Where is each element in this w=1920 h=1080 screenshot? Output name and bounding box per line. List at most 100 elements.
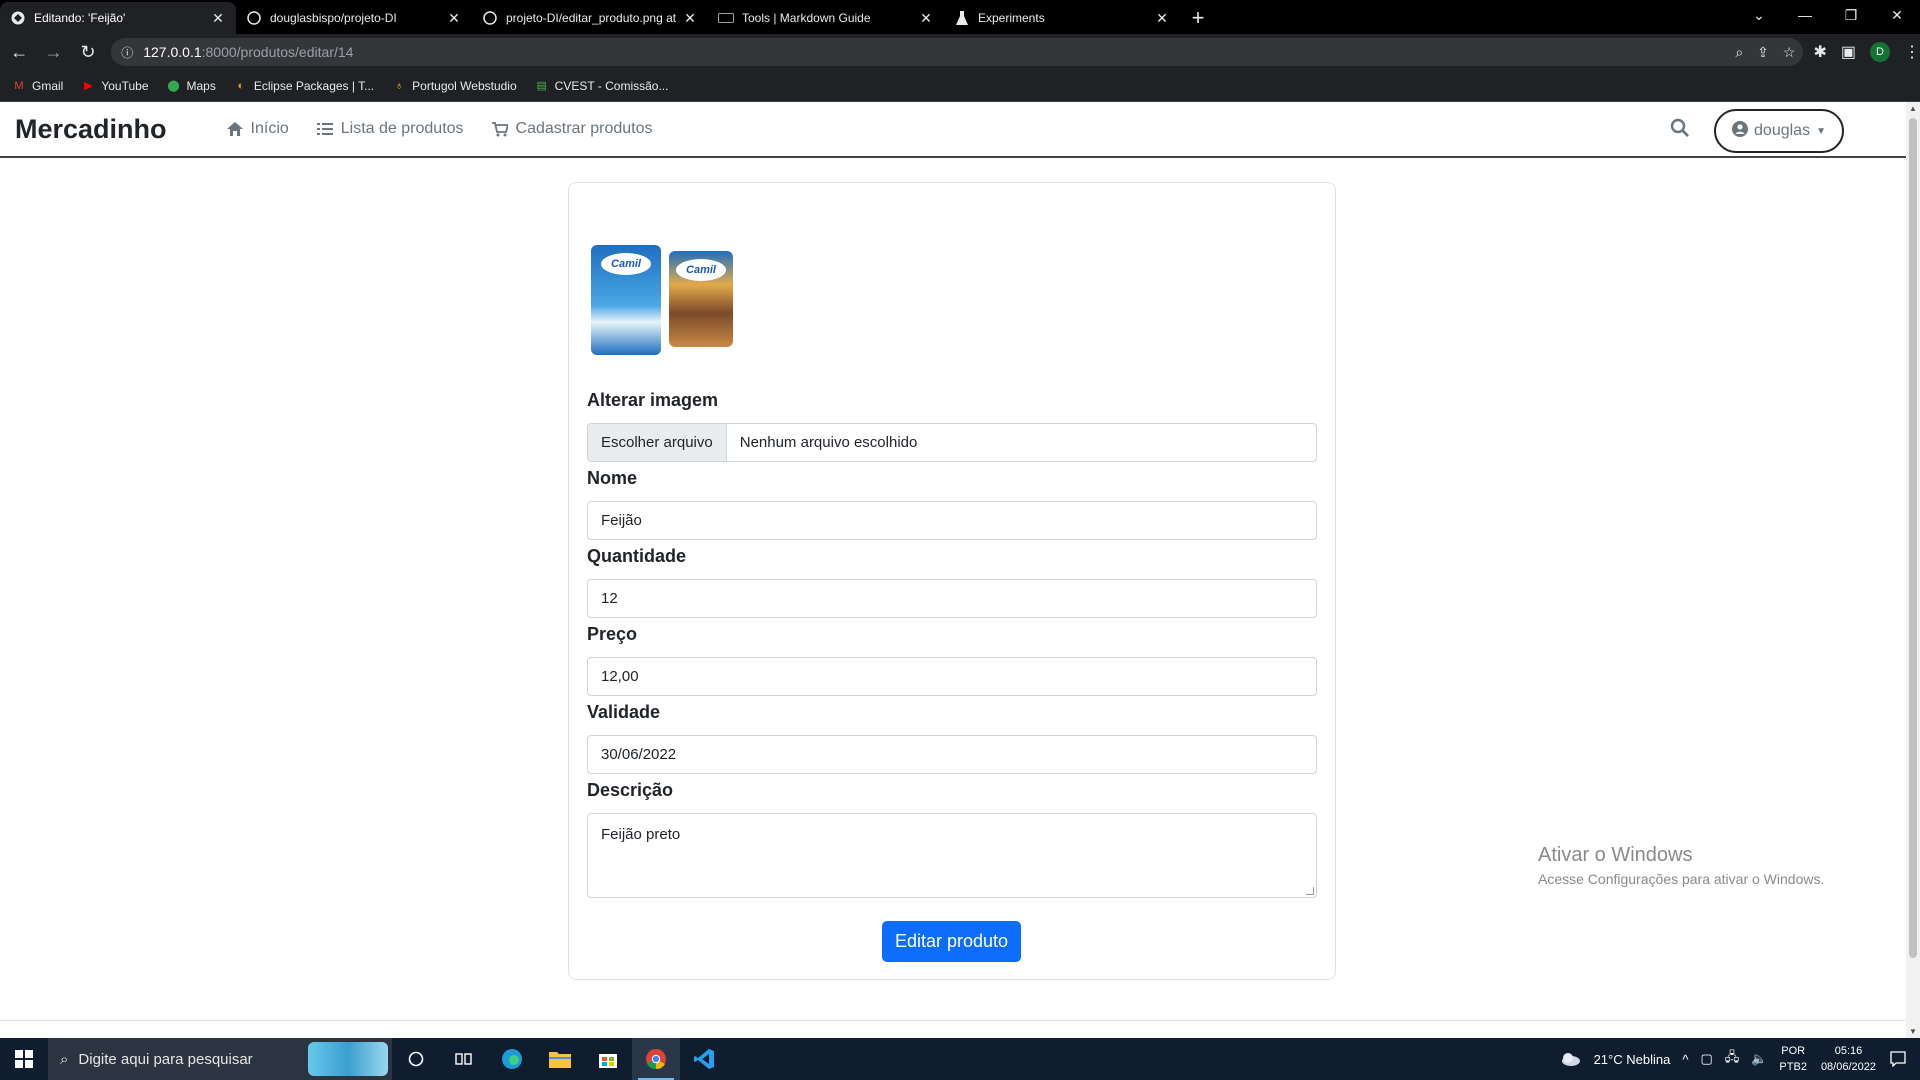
- chrome-icon[interactable]: [632, 1038, 680, 1080]
- bookmark-label: CVEST - Comissão...: [554, 78, 669, 93]
- bookmark-portugol[interactable]: ♁ Portugol Webstudio: [392, 79, 517, 93]
- user-dropdown-button[interactable]: douglas ▼: [1714, 109, 1844, 153]
- close-tab-icon[interactable]: ✕: [918, 10, 934, 27]
- edge-icon[interactable]: [488, 1038, 536, 1080]
- side-panel-icon[interactable]: ▣: [1841, 42, 1856, 62]
- network-icon[interactable]: 🖧: [1725, 1048, 1740, 1070]
- nav-link-lista-produtos[interactable]: Lista de produtos: [316, 120, 464, 138]
- back-icon[interactable]: ←: [4, 36, 34, 68]
- choose-file-button[interactable]: Escolher arquivo: [588, 424, 727, 461]
- page-scrollbar[interactable]: ▲ ▼: [1906, 102, 1920, 1038]
- forward-icon[interactable]: →: [38, 36, 68, 68]
- language-code: POR: [1781, 1045, 1806, 1057]
- expiry-input[interactable]: 30/06/2022: [587, 735, 1317, 774]
- tab-title: projeto-DI/editar_produto.png at: [506, 11, 677, 25]
- gmail-icon: M: [14, 79, 24, 92]
- price-input[interactable]: 12,00: [587, 657, 1317, 696]
- bookmark-star-icon[interactable]: ☆: [1783, 44, 1796, 61]
- reload-icon[interactable]: ↻: [73, 36, 103, 68]
- scrollbar-thumb[interactable]: [1909, 118, 1917, 958]
- browser-tab-strip: Editando: 'Feijão' ✕ douglasbispo/projet…: [0, 0, 1920, 34]
- cart-icon: [491, 121, 508, 137]
- resize-grip-icon[interactable]: [1306, 887, 1314, 895]
- close-tab-icon[interactable]: ✕: [682, 10, 698, 27]
- bookmark-label: Portugol Webstudio: [412, 78, 517, 93]
- close-tab-icon[interactable]: ✕: [210, 10, 226, 27]
- microsoft-store-icon[interactable]: [584, 1038, 632, 1080]
- portugol-icon: ♁: [395, 79, 404, 92]
- tab-title: Experiments: [978, 11, 1045, 25]
- tab-search-icon[interactable]: ⌄: [1736, 0, 1782, 30]
- tab-editando-feijao[interactable]: Editando: 'Feijão' ✕: [0, 2, 236, 34]
- meet-now-icon[interactable]: ▢: [1700, 1051, 1712, 1067]
- zoom-icon[interactable]: ⌕: [1735, 44, 1743, 61]
- share-icon[interactable]: ⇪: [1757, 44, 1769, 61]
- url-host: 127.0.0.1: [143, 44, 202, 60]
- address-bar[interactable]: ⓘ 127.0.0.1:8000/produtos/editar/14 ⌕ ⇪ …: [111, 38, 1804, 66]
- weather-text[interactable]: 21°C Neblina: [1594, 1052, 1671, 1067]
- tab-github-file[interactable]: projeto-DI/editar_produto.png at ✕: [472, 2, 708, 34]
- nav-link-label: Lista de produtos: [340, 120, 464, 137]
- site-icon: [10, 10, 26, 26]
- edit-product-button[interactable]: Editar produto: [882, 921, 1021, 962]
- bookmark-youtube[interactable]: ▶ YouTube: [81, 79, 148, 93]
- footer-divider: [0, 1020, 1906, 1021]
- cortana-icon[interactable]: [392, 1038, 440, 1080]
- nav-link-cadastrar-produtos[interactable]: Cadastrar produtos: [491, 120, 653, 138]
- tab-markdown-guide[interactable]: Tools | Markdown Guide ✕: [708, 2, 944, 34]
- eclipse-icon: ◐: [237, 79, 245, 92]
- description-textarea[interactable]: Feijão preto: [587, 813, 1317, 898]
- image-file-input[interactable]: Escolher arquivo Nenhum arquivo escolhid…: [587, 423, 1317, 462]
- menu-icon[interactable]: ⋮: [1904, 42, 1920, 62]
- tab-title: Editando: 'Feijão': [34, 11, 126, 25]
- cvest-icon: ▤: [536, 80, 547, 92]
- search-icon: ⌕: [60, 1050, 69, 1068]
- name-label: Nome: [587, 468, 638, 488]
- quantity-input[interactable]: 12: [587, 579, 1317, 618]
- new-tab-button[interactable]: +: [1184, 4, 1212, 32]
- close-tab-icon[interactable]: ✕: [1154, 10, 1170, 27]
- taskbar-clock[interactable]: 05:16 08/06/2022: [1821, 1043, 1876, 1075]
- volume-icon[interactable]: 🔈: [1751, 1051, 1767, 1067]
- flask-icon: [954, 10, 970, 26]
- language-indicator[interactable]: POR PTB2: [1779, 1043, 1807, 1075]
- file-explorer-icon[interactable]: [536, 1038, 584, 1080]
- tab-github-repo[interactable]: douglasbispo/projeto-DI ✕: [236, 2, 472, 34]
- bookmark-label: YouTube: [101, 78, 149, 93]
- extensions-icon[interactable]: ✱: [1813, 42, 1826, 62]
- scroll-down-icon[interactable]: ▼: [1909, 1027, 1917, 1036]
- bookmark-eclipse[interactable]: ◐ Eclipse Packages | T...: [234, 79, 375, 93]
- tab-experiments[interactable]: Experiments ✕: [944, 2, 1180, 34]
- close-window-icon[interactable]: ✕: [1874, 0, 1920, 30]
- rice-package-image: Camil: [591, 245, 661, 355]
- weather-icon[interactable]: [1560, 1051, 1582, 1067]
- minimize-icon[interactable]: —: [1782, 0, 1828, 30]
- vscode-icon[interactable]: [680, 1038, 728, 1080]
- taskbar-search-box[interactable]: ⌕ Digite aqui para pesquisar: [48, 1038, 392, 1080]
- scroll-up-icon[interactable]: ▲: [1909, 104, 1917, 113]
- windows-start-icon[interactable]: [0, 1038, 48, 1080]
- markdown-icon: [718, 10, 734, 26]
- bookmark-cvest[interactable]: ▤ CVEST - Comissão...: [535, 78, 669, 93]
- name-input[interactable]: Feijão: [587, 501, 1317, 540]
- nav-link-inicio[interactable]: Início: [226, 120, 289, 138]
- show-hidden-icons-icon[interactable]: ^: [1682, 1052, 1688, 1067]
- notifications-icon[interactable]: [1890, 1051, 1906, 1067]
- browser-toolbar: ← → ↻ ⓘ 127.0.0.1:8000/produtos/editar/1…: [0, 34, 1920, 70]
- site-info-icon[interactable]: ⓘ: [121, 44, 133, 61]
- user-name: douglas: [1754, 122, 1811, 139]
- task-view-icon[interactable]: [440, 1038, 488, 1080]
- bookmark-maps[interactable]: ⬤ Maps: [167, 79, 216, 93]
- maps-icon: ⬤: [167, 80, 180, 92]
- brand-logo[interactable]: Mercadinho: [15, 114, 167, 145]
- package-logo: Camil: [676, 259, 726, 281]
- clock-time: 05:16: [1834, 1045, 1863, 1057]
- restore-icon[interactable]: ❐: [1828, 0, 1874, 30]
- clock-date: 08/06/2022: [1820, 1061, 1876, 1073]
- search-icon[interactable]: [1670, 118, 1690, 143]
- bookmark-gmail[interactable]: M Gmail: [12, 79, 63, 93]
- edit-product-card: Camil Camil Alterar imagem Escolher arqu…: [568, 182, 1336, 980]
- profile-avatar[interactable]: D: [1870, 42, 1890, 62]
- page-viewport: Mercadinho Início Lista de produtos Cada…: [0, 102, 1906, 1038]
- close-tab-icon[interactable]: ✕: [446, 10, 462, 27]
